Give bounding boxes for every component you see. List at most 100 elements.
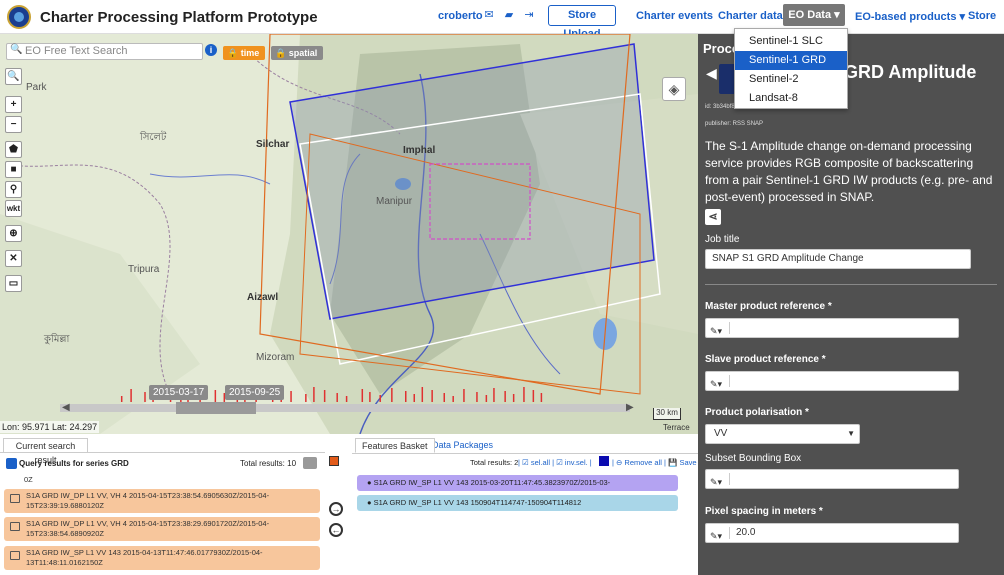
envelope-icon[interactable]: ✉ — [483, 9, 495, 21]
map-label-aizawl: Aizawl — [247, 292, 279, 303]
result-partial: 0Z — [24, 475, 33, 484]
map-label-tripura: Tripura — [128, 264, 160, 275]
chevron-down-icon: ▼ — [847, 429, 855, 438]
share-icon[interactable]: ⋖ — [705, 209, 721, 225]
book-icon[interactable]: ▰ — [503, 9, 515, 21]
map-attribution: Terrace — [663, 423, 690, 432]
timeline-right-arrow[interactable]: ▶ — [626, 402, 634, 413]
timeline-left-arrow[interactable]: ◀ — [62, 402, 70, 413]
map-label-sylhet: সিলেট — [140, 132, 167, 143]
master-product-input[interactable]: ✎▾ — [705, 318, 959, 338]
spatial-filter-button[interactable]: 🔒 spatial — [271, 46, 323, 60]
basket-remove-save-tools[interactable]: | ⊖ Remove all | 💾 Save — [612, 458, 697, 467]
add-to-basket-arrow-icon[interactable]: → — [329, 502, 343, 516]
charter-logo — [7, 5, 31, 29]
result-item[interactable]: S1A GRD IW_DP L1 VV, VH 4 2015-04-15T23:… — [4, 517, 320, 541]
nav-store[interactable]: Store — [968, 10, 996, 22]
job-title-input[interactable]: SNAP S1 GRD Amplitude Change — [705, 249, 971, 269]
list-view-button[interactable] — [303, 457, 317, 469]
zoom-in-button[interactable]: + — [5, 96, 22, 113]
magic-wand-icon[interactable]: ✎▾ — [710, 375, 730, 389]
result-item-label: S1A GRD IW_DP L1 VV, VH 4 2015-04-15T23:… — [26, 519, 270, 538]
fullscreen-icon[interactable]: ✕ — [5, 250, 22, 267]
marker-icon[interactable]: ⚲ — [5, 181, 22, 198]
basket-item[interactable]: ● S1A GRD IW_SP L1 VV 143 2015-03-20T11:… — [357, 475, 678, 503]
service-description: The S-1 Amplitude change on-demand proce… — [705, 139, 993, 204]
tab-features-basket[interactable]: Features Basket — [355, 438, 435, 453]
tab-data-packages[interactable]: Data Packages — [426, 438, 499, 453]
map-label-park: Park — [26, 82, 47, 93]
basket-color-swatch[interactable] — [599, 456, 609, 466]
divider — [705, 284, 997, 285]
dropdown-item-landsat-8[interactable]: Landsat-8 — [735, 89, 847, 108]
tab-current-search-result[interactable]: Current search result — [3, 438, 88, 465]
timeline-bar[interactable] — [60, 404, 630, 412]
basket-total: Total results: 2 — [470, 458, 519, 467]
layers-icon[interactable]: ◈ — [662, 77, 686, 101]
timeline-start-date: 2015-03-17 — [149, 385, 209, 400]
spatial-filter-label: spatial — [288, 48, 318, 58]
result-item[interactable]: S1A GRD IW_DP L1 VV, VH 4 2015-04-15T23:… — [4, 489, 320, 513]
nav-eo-data-label: EO Data — [788, 9, 832, 21]
app-header: Charter Processing Platform Prototype cr… — [0, 0, 1004, 40]
results-color-swatch[interactable] — [329, 456, 339, 466]
rectangle-icon[interactable]: ■ — [5, 161, 22, 178]
polygon-icon[interactable]: ⬟ — [5, 141, 22, 158]
subset-bbox-input[interactable]: ✎▾ — [705, 469, 959, 489]
map-label-comilla: কুমিল্লা — [44, 334, 70, 345]
basket-item-label: S1A GRD IW_SP L1 VV 143 150904T114747-15… — [373, 498, 582, 507]
magic-wand-icon[interactable]: ✎▾ — [710, 322, 730, 336]
processing-panel: Proce ◀ GRD Amplitude id: 3b34bf8... pub… — [698, 34, 1004, 575]
slave-product-label: Slave product reference * — [705, 354, 826, 365]
store-upload-button[interactable]: Store Upload — [548, 5, 616, 40]
sign-out-icon[interactable]: ⇥ — [523, 9, 535, 21]
magic-wand-icon[interactable]: ✎▾ — [710, 473, 730, 487]
wkt-button[interactable]: wkt — [5, 200, 22, 217]
time-filter-button[interactable]: 🔒 time — [223, 46, 265, 60]
info-icon[interactable]: i — [205, 44, 217, 56]
dropdown-item-s2[interactable]: Sentinel-2 — [735, 70, 847, 89]
basket-select-tools[interactable]: | ☑ sel.all | ☑ inv.sel. | — [518, 458, 592, 467]
polarisation-select[interactable]: VV ▼ — [705, 424, 860, 444]
nav-eo-data[interactable]: EO Data ▾ — [783, 4, 845, 26]
nav-charter-data[interactable]: Charter data — [718, 10, 783, 22]
app-title: Charter Processing Platform Prototype — [40, 9, 318, 26]
map-label-manipur: Manipur — [376, 196, 413, 207]
caret-down-icon: ▾ — [834, 9, 840, 21]
master-product-label: Master product reference * — [705, 301, 832, 312]
globe-icon[interactable]: ⊕ — [5, 225, 22, 242]
dropdown-item-s1-slc[interactable]: Sentinel-1 SLC — [735, 32, 847, 51]
basket-body: Total results: 2 | ☑ sel.all | ☑ inv.sel… — [352, 453, 698, 575]
nav-charter-events[interactable]: Charter events — [636, 10, 713, 22]
cursor-coordinates: Lon: 95.971 Lat: 24.297 — [0, 421, 100, 433]
magic-wand-icon[interactable]: ✎▾ — [710, 527, 730, 541]
pixel-spacing-label: Pixel spacing in meters * — [705, 506, 823, 517]
pixel-spacing-input[interactable]: ✎▾ 20.0 — [705, 523, 959, 543]
job-title-label: Job title — [705, 234, 740, 245]
back-arrow-icon[interactable]: ◀ — [706, 65, 717, 82]
search-icon: 🔍 — [10, 44, 23, 55]
eo-search-input[interactable]: EO Free Text Search — [6, 43, 203, 60]
zoom-out-button[interactable]: − — [5, 116, 22, 133]
nav-eo-based-products[interactable]: EO-based products ▾ — [855, 10, 965, 23]
basket-item-icon: ● — [367, 498, 372, 507]
result-item-label: S1A GRD IW_DP L1 VV, VH 4 2015-04-15T23:… — [26, 491, 270, 510]
lock-icon: 🔒 — [227, 48, 239, 58]
subset-bbox-label: Subset Bounding Box — [705, 453, 802, 464]
remove-from-basket-arrow-icon[interactable]: ← — [329, 523, 343, 537]
eo-data-dropdown: Sentinel-1 SLC Sentinel-1 GRD Sentinel-2… — [734, 28, 848, 109]
map-view[interactable]: EO Free Text Search 🔍 i 🔒 time 🔒 spatial… — [0, 34, 698, 434]
slave-product-input[interactable]: ✎▾ — [705, 371, 959, 391]
zoom-search-icon[interactable]: 🔍 — [5, 68, 22, 85]
basket-item[interactable]: ● S1A GRD IW_SP L1 VV 143 150904T114747-… — [357, 495, 678, 511]
service-title: GRD Amplitude — [844, 62, 977, 82]
nav-eo-based-products-label: EO-based products — [855, 11, 957, 23]
polarisation-label: Product polarisation * — [705, 407, 809, 418]
result-thumbnail-icon — [10, 522, 20, 531]
timeline-selection[interactable] — [176, 402, 256, 414]
user-name[interactable]: croberto — [438, 10, 483, 22]
eraser-icon[interactable]: ▭ — [5, 275, 22, 292]
dropdown-item-s1-grd[interactable]: Sentinel-1 GRD — [735, 51, 847, 70]
lock-icon: 🔒 — [275, 48, 287, 58]
result-item[interactable]: S1A GRD IW_SP L1 VV 143 2015-04-13T11:47… — [4, 546, 320, 570]
